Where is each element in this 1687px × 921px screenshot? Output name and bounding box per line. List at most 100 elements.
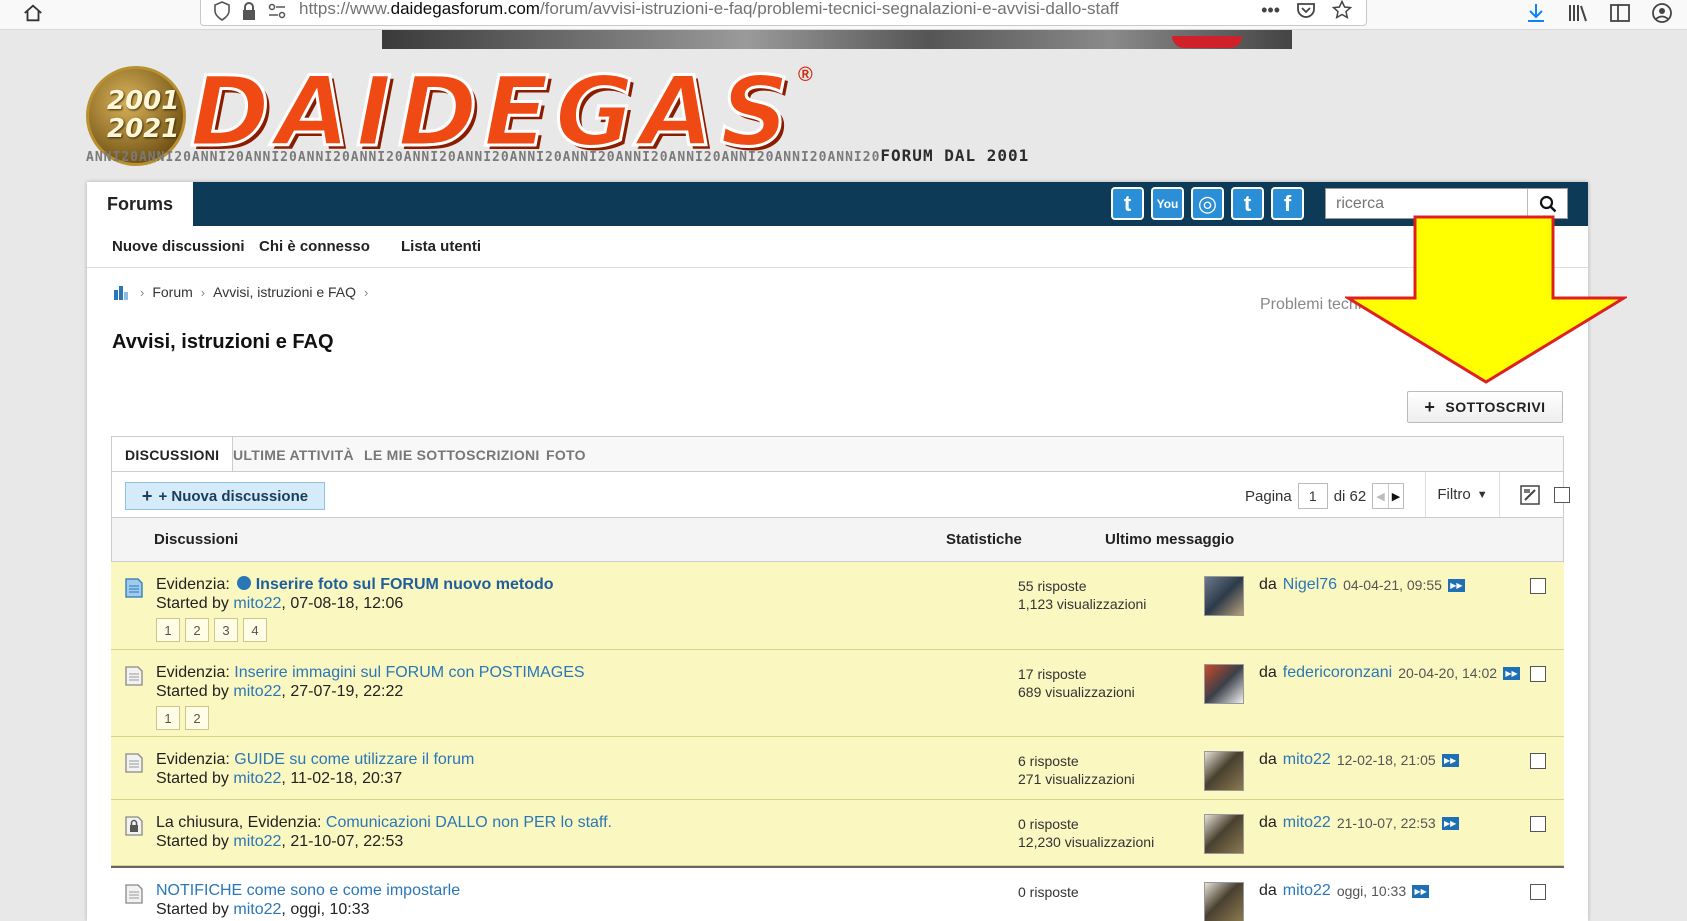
pagination: Pagina 1 di 62 ◀ ▶ — [1245, 483, 1405, 509]
thread-title[interactable]: NOTIFICHE come sono e come impostarle — [156, 882, 460, 899]
last-post-user[interactable]: mito22 — [1283, 751, 1331, 769]
download-icon[interactable] — [1525, 2, 1547, 24]
last-post-user[interactable]: federicoronzani — [1283, 664, 1392, 682]
page-link[interactable]: 1 — [156, 706, 180, 730]
site-logo[interactable]: 2001 2021 DAIDEGAS ® ANNI20ANNI20ANNI20AN… — [86, 55, 1028, 172]
page-input[interactable]: 1 — [1297, 483, 1328, 509]
thread-title[interactable]: Inserire immagini sul FORUM con POSTIMAG… — [234, 664, 584, 681]
library-icon[interactable] — [1567, 2, 1589, 24]
page-actions-icon[interactable]: ••• — [1261, 0, 1280, 21]
thread-title[interactable]: Comunicazioni DALLO non PER lo staff. — [326, 814, 612, 831]
row-checkbox[interactable] — [1530, 666, 1546, 682]
breadcrumb-category[interactable]: Avvisi, istruzioni e FAQ — [213, 284, 356, 300]
registered-mark: ® — [798, 64, 813, 86]
header-stats: Statistiche — [946, 531, 1022, 548]
last-post-user[interactable]: mito22 — [1283, 882, 1331, 900]
row-checkbox[interactable] — [1530, 816, 1546, 832]
plus-icon: + — [141, 485, 153, 506]
thread-prefix: La chiusura, Evidenzia: — [156, 814, 322, 831]
link-member-list[interactable]: Lista utenti — [401, 238, 481, 255]
row-checkbox[interactable] — [1530, 753, 1546, 769]
thread-author[interactable]: mito22 — [233, 833, 281, 850]
avatar[interactable] — [1204, 576, 1244, 616]
thread-author[interactable]: mito22 — [233, 683, 281, 700]
subscribe-button[interactable]: + SOTTOSCRIVI — [1407, 391, 1563, 423]
link-who-is-online[interactable]: Chi è connesso — [259, 238, 370, 255]
tab-forums[interactable]: Forums — [87, 182, 193, 226]
instagram-icon[interactable]: ◎ — [1191, 187, 1224, 220]
lock-icon — [125, 816, 143, 836]
facebook-icon[interactable]: f — [1271, 187, 1304, 220]
row-checkbox[interactable] — [1530, 884, 1546, 900]
page-title: Avvisi, istruzioni e FAQ — [112, 331, 334, 353]
search-icon — [1539, 195, 1556, 212]
avatar[interactable] — [1204, 664, 1244, 704]
prev-page-icon[interactable]: ◀ — [1373, 484, 1388, 508]
pocket-icon[interactable] — [1296, 0, 1316, 20]
thread-author[interactable]: mito22 — [233, 595, 281, 612]
ad-banner[interactable] — [382, 30, 1292, 49]
document-icon — [125, 666, 143, 686]
select-all-checkbox[interactable] — [1554, 487, 1570, 503]
home-icon[interactable] — [22, 2, 44, 24]
new-thread-button[interactable]: + + Nuova discussione — [125, 482, 325, 510]
table-row: Evidenzia: GUIDE su come utilizzare il f… — [111, 737, 1564, 800]
avatar[interactable] — [1204, 814, 1244, 854]
bookmark-star-icon[interactable] — [1332, 0, 1352, 20]
avatar[interactable] — [1204, 882, 1244, 921]
thread-author[interactable]: mito22 — [233, 901, 281, 918]
thread-prefix: Evidenzia: — [156, 576, 230, 593]
url-bar[interactable]: https://www.daidegasforum.com/forum/avvi… — [200, 0, 1367, 26]
row-checkbox[interactable] — [1530, 578, 1546, 594]
tab-my-subscriptions[interactable]: LE MIE SOTTOSCRIZIONI — [364, 437, 540, 472]
go-to-post-icon[interactable]: ▶▶ — [1447, 578, 1465, 592]
page-link[interactable]: 3 — [214, 618, 238, 642]
breadcrumb-forum[interactable]: Forum — [152, 284, 192, 300]
thread-toolbar: + + Nuova discussione Pagina 1 di 62 ◀ ▶… — [111, 471, 1570, 518]
link-new-discussions[interactable]: Nuove discussioni — [112, 238, 245, 255]
thread-title[interactable]: GUIDE su come utilizzare il forum — [234, 751, 474, 768]
page-link[interactable]: 2 — [185, 706, 209, 730]
thread-stats: 55 risposte 1,123 visualizzazioni — [1018, 578, 1147, 612]
thread-pages: 1 2 — [156, 706, 209, 730]
thread-stats: 17 risposte 689 visualizzazioni — [1018, 666, 1135, 700]
last-post: da mito22 12-02-18, 21:05 ▶▶ — [1259, 751, 1459, 769]
shield-icon[interactable] — [213, 1, 231, 21]
youtube-icon[interactable]: You — [1151, 187, 1184, 220]
header-discussions: Discussioni — [154, 531, 239, 548]
account-icon[interactable] — [1651, 2, 1673, 24]
go-to-post-icon[interactable]: ▶▶ — [1412, 884, 1430, 898]
chevron-down-icon: ▼ — [1476, 488, 1488, 501]
sidebar-icon[interactable] — [1609, 2, 1631, 24]
home-icon[interactable] — [112, 282, 132, 302]
lock-icon[interactable] — [241, 1, 257, 21]
avatar[interactable] — [1204, 751, 1244, 791]
tab-discussions[interactable]: DISCUSSIONI — [112, 437, 234, 472]
filter-dropdown[interactable]: Filtro ▼ — [1425, 472, 1500, 517]
thread-title[interactable]: Inserire foto sul FORUM nuovo metodo — [256, 576, 554, 593]
twitter-icon[interactable]: t — [1111, 187, 1144, 220]
go-to-post-icon[interactable]: ▶▶ — [1441, 816, 1459, 830]
browser-toolbar: https://www.daidegasforum.com/forum/avvi… — [0, 0, 1687, 30]
last-post: da Nigel76 04-04-21, 09:55 ▶▶ — [1259, 576, 1465, 594]
thread-stats: 0 risposte 12,230 visualizzazioni — [1018, 816, 1155, 850]
go-to-post-icon[interactable]: ▶▶ — [1441, 753, 1459, 767]
tab-photos[interactable]: FOTO — [546, 437, 586, 472]
page-link[interactable]: 1 — [156, 618, 180, 642]
last-post-user[interactable]: Nigel76 — [1283, 576, 1337, 594]
go-to-post-icon[interactable]: ▶▶ — [1503, 666, 1521, 680]
permissions-icon[interactable] — [267, 1, 287, 21]
next-page-icon[interactable]: ▶ — [1387, 484, 1404, 508]
tab-recent-activity[interactable]: ULTIME ATTIVITÀ — [233, 437, 354, 472]
page-link[interactable]: 2 — [185, 618, 209, 642]
thread-author[interactable]: mito22 — [233, 770, 281, 787]
url-text[interactable]: https://www.daidegasforum.com/forum/avvi… — [299, 0, 1119, 19]
header-last-post: Ultimo messaggio — [1105, 531, 1235, 548]
last-post-user[interactable]: mito22 — [1283, 814, 1331, 832]
document-icon — [125, 578, 143, 598]
document-icon — [125, 753, 143, 773]
tumblr-icon[interactable]: t — [1231, 187, 1264, 220]
page-link[interactable]: 4 — [243, 618, 267, 642]
annotation-arrow — [1345, 215, 1627, 384]
moderation-icon[interactable] — [1519, 484, 1541, 506]
